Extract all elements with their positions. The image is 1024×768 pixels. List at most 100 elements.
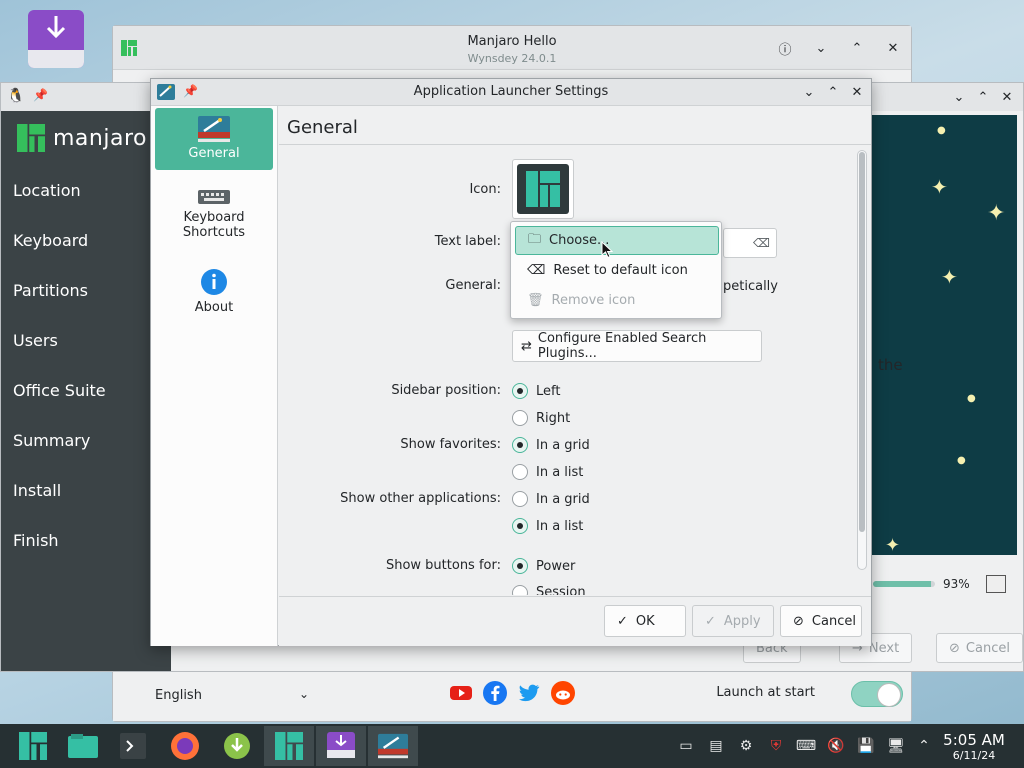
- installer-close-button[interactable]: ✕: [997, 87, 1017, 107]
- buttons-power-radio[interactable]: Power: [512, 558, 575, 574]
- clock[interactable]: 5:05 AM 6/11/24: [938, 731, 1010, 762]
- dialog-maximize-button[interactable]: ⌃: [823, 82, 843, 102]
- info-icon: [200, 268, 228, 296]
- category-keyboard-shortcuts-label: Keyboard Shortcuts: [182, 210, 246, 240]
- cancel-button[interactable]: ⊘ Cancel: [780, 605, 862, 637]
- text-label-label: Text label:: [434, 234, 501, 249]
- launcher-settings-task[interactable]: [368, 726, 418, 766]
- general-settings-page: General Icon: Text label: ⌫ General: pet…: [279, 106, 871, 596]
- installer-slideshow: ● ✦ ✦ ✦ ● ● ✦: [871, 115, 1017, 555]
- logo-wordmark: manjaro: [53, 125, 147, 151]
- terminal-icon[interactable]: [108, 726, 158, 766]
- software-install-icon[interactable]: [212, 726, 262, 766]
- sidebar-right-radio[interactable]: Right: [512, 410, 570, 426]
- file-manager-icon[interactable]: [58, 726, 108, 766]
- other-apps-list-radio[interactable]: In a list: [512, 518, 583, 534]
- scrollbar-thumb[interactable]: [859, 152, 865, 532]
- other-apps-grid-radio[interactable]: In a grid: [512, 491, 590, 507]
- step-keyboard: Keyboard: [13, 231, 89, 250]
- chevron-down-icon: ⌄: [298, 687, 309, 701]
- menu-reset-default-icon[interactable]: ⌫ Reset to default icon: [515, 256, 719, 285]
- icon-chooser-button[interactable]: [512, 159, 574, 219]
- sidebar-position-label: Sidebar position:: [391, 383, 501, 398]
- configure-search-plugins-button[interactable]: ⇄ Configure Enabled Search Plugins...: [512, 330, 762, 362]
- security-shield-icon[interactable]: ⛨: [766, 736, 786, 756]
- display-icon[interactable]: 🖥: [886, 736, 906, 756]
- check-icon: ✓: [705, 613, 716, 629]
- facebook-icon[interactable]: [483, 681, 507, 705]
- trash-icon: 🗑: [527, 293, 544, 308]
- minimize-button[interactable]: ⌄: [811, 38, 831, 58]
- sort-alphabetically-partial: petically: [723, 279, 778, 294]
- launch-at-start-label: Launch at start: [716, 685, 815, 700]
- step-partitions: Partitions: [13, 281, 89, 300]
- log-toggle-icon[interactable]: [986, 575, 1006, 593]
- keyboard-icon: [198, 188, 230, 206]
- installer-app-icon: 🐧: [7, 88, 25, 104]
- favorites-list-radio[interactable]: In a list: [512, 464, 583, 480]
- installer-minimize-button[interactable]: ⌄: [949, 87, 969, 107]
- step-location: Location: [13, 181, 81, 200]
- install-progress-label: 93%: [943, 577, 970, 591]
- clear-text-icon[interactable]: ⌫: [753, 236, 770, 250]
- volume-muted-icon[interactable]: 🔇: [826, 736, 846, 756]
- category-about-label: About: [194, 300, 234, 315]
- mouse-cursor-icon: [601, 241, 613, 259]
- network-share-icon[interactable]: ⚙: [736, 736, 756, 756]
- slideshow-partial-text: the: [878, 356, 903, 374]
- maximize-button[interactable]: ⌃: [847, 38, 867, 58]
- heading-divider: [279, 144, 871, 145]
- taskbar: ▭ ▤ ⚙ ⛨ ⌨ 🔇 💾 🖥 ⌃ 5:05 AM 6/11/24: [0, 724, 1024, 768]
- language-select[interactable]: English ⌄: [143, 679, 333, 711]
- sidebar-left-radio[interactable]: Left: [512, 383, 560, 399]
- buttons-session-radio[interactable]: Session: [512, 585, 586, 595]
- step-summary: Summary: [13, 431, 91, 450]
- show-desktop-icon[interactable]: ▭: [676, 736, 696, 756]
- info-icon[interactable]: ⓘ: [775, 38, 795, 58]
- category-about[interactable]: About: [155, 260, 273, 320]
- installer-steps: Location Keyboard Partitions Users Offic…: [13, 181, 106, 581]
- apply-button[interactable]: ✓ Apply: [692, 605, 774, 637]
- dialog-minimize-button[interactable]: ⌄: [799, 82, 819, 102]
- firefox-icon[interactable]: [160, 726, 210, 766]
- settings-scrollbar[interactable]: [857, 150, 867, 570]
- ok-button[interactable]: ✓ OK: [604, 605, 686, 637]
- dialog-close-button[interactable]: ✕: [847, 82, 867, 102]
- dialog-title: Application Launcher Settings: [413, 84, 609, 99]
- category-keyboard-shortcuts[interactable]: Keyboard Shortcuts: [155, 180, 273, 250]
- step-office-suite: Office Suite: [13, 381, 106, 400]
- reddit-icon[interactable]: [551, 681, 575, 705]
- tray-expand-icon[interactable]: ⌃: [914, 736, 934, 756]
- manjaro-hello-task[interactable]: [264, 726, 314, 766]
- storage-icon[interactable]: 💾: [856, 736, 876, 756]
- desktop-install-icon[interactable]: [28, 10, 88, 70]
- show-other-apps-label: Show other applications:: [340, 491, 501, 506]
- check-icon: ✓: [617, 613, 628, 629]
- clipboard-icon[interactable]: ▤: [706, 736, 726, 756]
- installer-task[interactable]: [316, 726, 366, 766]
- launch-at-start-toggle[interactable]: [851, 681, 903, 707]
- menu-choose[interactable]: 🗀 Choose...: [515, 226, 719, 255]
- clock-date: 6/11/24: [952, 749, 996, 762]
- close-button[interactable]: ✕: [883, 38, 903, 58]
- terminal-tray-icon[interactable]: ⌨: [796, 736, 816, 756]
- cancel-icon: ⊘: [793, 613, 804, 629]
- twitter-icon[interactable]: [517, 681, 541, 705]
- category-general[interactable]: General: [155, 108, 273, 170]
- manjaro-logo: manjaro: [17, 124, 147, 152]
- dialog-category-sidebar: General Keyboard Shortcuts About: [151, 106, 278, 646]
- step-install: Install: [13, 481, 62, 500]
- manjaro-logo-icon: [17, 124, 45, 152]
- youtube-icon[interactable]: [449, 681, 473, 705]
- general-label: General:: [445, 278, 501, 293]
- text-label-input[interactable]: ⌫: [723, 228, 777, 258]
- clock-time: 5:05 AM: [943, 731, 1005, 749]
- menu-remove-icon[interactable]: 🗑 Remove icon: [515, 286, 719, 315]
- installer-cancel-button[interactable]: ⊘ Cancel: [936, 633, 1023, 663]
- pin-icon[interactable]: 📌: [33, 88, 48, 102]
- install-progress-bar: [873, 581, 935, 587]
- app-menu-button[interactable]: [8, 726, 58, 766]
- installer-maximize-button[interactable]: ⌃: [973, 87, 993, 107]
- favorites-grid-radio[interactable]: In a grid: [512, 437, 590, 453]
- manjaro-logo-icon: [517, 164, 569, 214]
